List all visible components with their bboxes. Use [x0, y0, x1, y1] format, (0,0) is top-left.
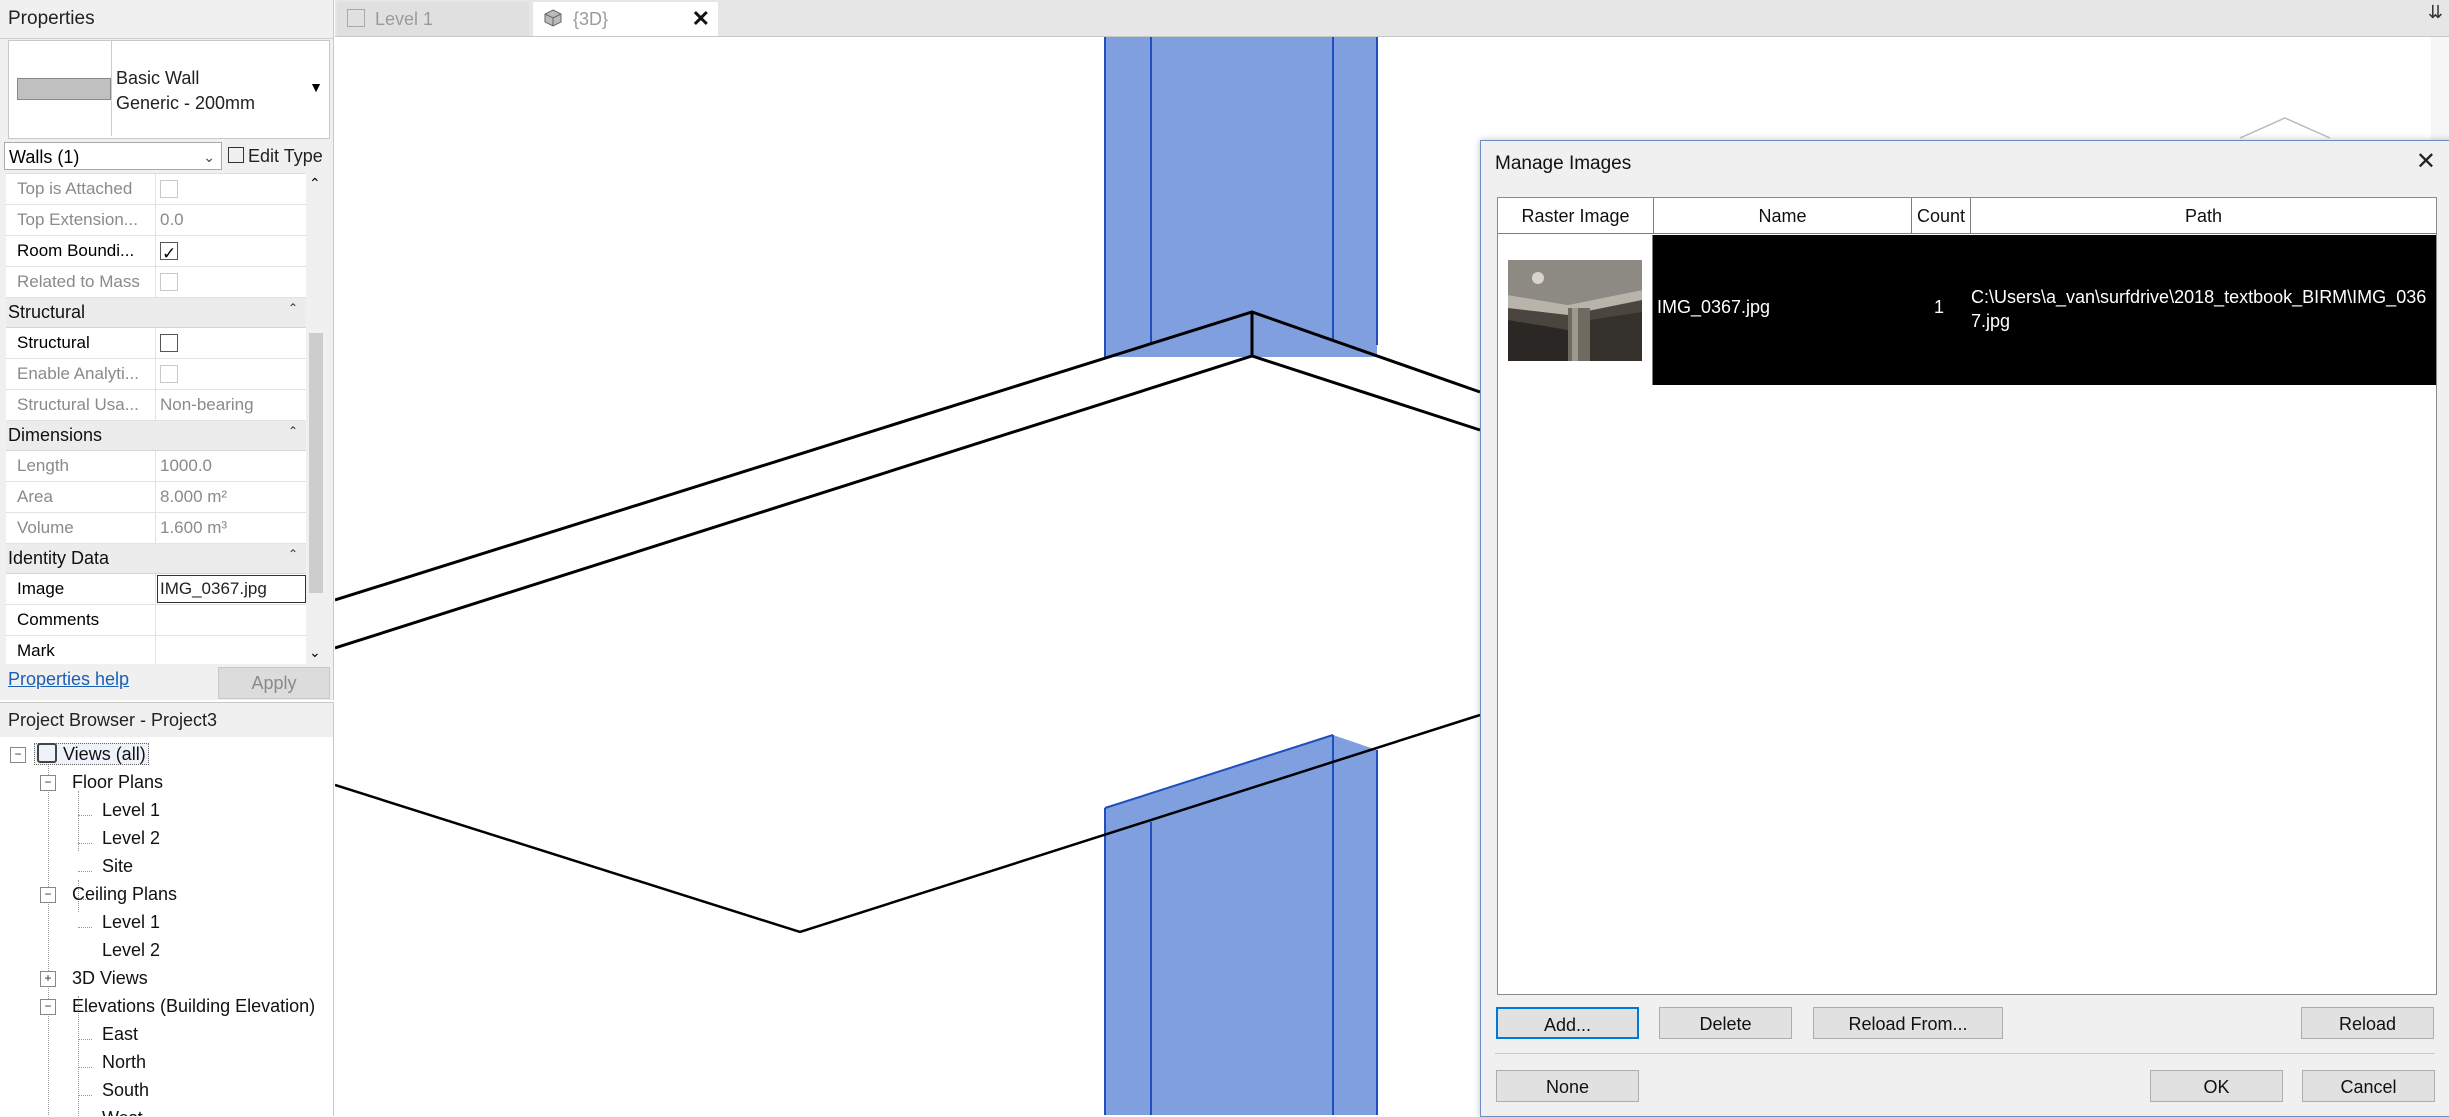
images-table: Raster Image Name Count Path IMG_0367.jp… — [1497, 197, 2437, 995]
apply-button[interactable]: Apply — [218, 667, 330, 699]
dropdown-arrow-icon[interactable]: ▼ — [309, 79, 323, 95]
collapse-icon[interactable]: ⌃ — [288, 540, 298, 569]
comments-field[interactable] — [156, 605, 306, 635]
property-row: Length 1000.0 — [6, 451, 306, 482]
structural-checkbox[interactable] — [160, 333, 178, 352]
manage-images-dialog: Manage Images ✕ Raster Image Name Count … — [1480, 140, 2449, 1117]
tree-elevations[interactable]: Elevations (Building Elevation) — [72, 992, 315, 1020]
cell-path: C:\Users\a_van\surfdrive\2018_textbook_B… — [1971, 287, 2427, 331]
property-row: Top is Attached — [6, 174, 306, 205]
type-name: Generic - 200mm — [116, 93, 256, 113]
scroll-thumb[interactable] — [309, 333, 323, 593]
add-button[interactable]: Add... — [1496, 1007, 1639, 1039]
tree-elevation-south[interactable]: South — [102, 1076, 149, 1104]
tree-ceiling-plan-level-2[interactable]: Level 2 — [102, 936, 160, 964]
type-selector[interactable]: Basic Wall Generic - 200mm ▼ — [8, 40, 330, 139]
tree-3d-views[interactable]: 3D Views — [72, 964, 148, 992]
instance-filter-select[interactable]: Walls (1) ⌄ — [4, 142, 222, 170]
tab-list-menu-icon[interactable]: ⇊ — [2428, 2, 2443, 23]
properties-title: Properties — [0, 0, 333, 39]
property-scrollbar[interactable]: ⌃ ⌄ — [306, 173, 326, 663]
enable-analytical-checkbox — [160, 364, 178, 383]
mark-field[interactable] — [156, 636, 306, 664]
tree-floor-plan-site[interactable]: Site — [102, 852, 133, 880]
group-dimensions[interactable]: Dimensions ⌃ — [6, 421, 306, 451]
top-attached-checkbox — [160, 179, 178, 198]
upper-wall-fill — [1105, 37, 1377, 357]
project-browser-title: Project Browser - Project3 — [0, 703, 333, 737]
property-row: Volume 1.600 m³ — [6, 513, 306, 544]
group-structural[interactable]: Structural ⌃ — [6, 298, 306, 328]
cancel-button[interactable]: Cancel — [2302, 1070, 2435, 1102]
property-row: Top Extension... 0.0 — [6, 205, 306, 236]
ok-button[interactable]: OK — [2150, 1070, 2283, 1102]
collapse-icon[interactable]: ⌃ — [288, 417, 298, 446]
tree-ceiling-plans[interactable]: Ceiling Plans — [72, 880, 177, 908]
tree-ceiling-plan-level-1[interactable]: Level 1 — [102, 908, 160, 936]
column-header-name[interactable]: Name — [1654, 198, 1912, 234]
scroll-down-icon[interactable]: ⌄ — [309, 644, 321, 661]
edit-type-icon — [228, 147, 244, 164]
dialog-title: Manage Images — [1495, 153, 1632, 174]
views-icon — [37, 743, 57, 764]
property-row: Comments — [6, 605, 306, 636]
cell-name: IMG_0367.jpg — [1657, 297, 1771, 317]
property-grid: Top is Attached Top Extension... 0.0 Roo… — [6, 173, 306, 664]
column-header-raster-image[interactable]: Raster Image — [1498, 198, 1654, 234]
type-family: Basic Wall — [116, 68, 200, 88]
property-row: Related to Mass — [6, 267, 306, 298]
tab-level-1[interactable]: Level 1 — [337, 2, 529, 36]
property-row: Structural Usa... Non-bearing — [6, 390, 306, 421]
collapse-toggle-icon[interactable]: − — [10, 747, 26, 763]
tree-floor-plan-level-1[interactable]: Level 1 — [102, 796, 160, 824]
tab-3d[interactable]: {3D} ✕ — [533, 2, 718, 36]
property-row: Room Boundi... — [6, 236, 306, 269]
property-row: Enable Analyti... — [6, 359, 306, 390]
floor-plan-icon — [347, 9, 365, 28]
tree-floor-plan-level-2[interactable]: Level 2 — [102, 824, 160, 852]
collapse-toggle-icon[interactable]: − — [40, 775, 56, 791]
3d-view-icon — [544, 9, 562, 27]
close-icon[interactable]: ✕ — [2416, 147, 2436, 176]
property-row: Area 8.000 m² — [6, 482, 306, 513]
tree-elevation-west[interactable]: West — [102, 1104, 143, 1116]
collapse-icon[interactable]: ⌃ — [288, 294, 298, 323]
column-header-path[interactable]: Path — [1971, 198, 2436, 234]
property-row: Image IMG_0367.jpg — [6, 574, 306, 605]
view-tab-bar: Level 1 {3D} ✕ ⇊ — [335, 0, 2449, 37]
collapse-toggle-icon[interactable]: − — [40, 887, 56, 903]
property-row: Structural — [6, 328, 306, 359]
none-button[interactable]: None — [1496, 1070, 1639, 1102]
collapse-toggle-icon[interactable]: − — [40, 999, 56, 1015]
reload-button[interactable]: Reload — [2301, 1007, 2434, 1039]
image-field[interactable]: IMG_0367.jpg — [157, 575, 306, 603]
expand-toggle-icon[interactable]: + — [40, 971, 56, 987]
room-bounding-checkbox[interactable] — [160, 239, 178, 269]
scroll-up-icon[interactable]: ⌃ — [309, 175, 321, 192]
tree-views-all[interactable]: Views (all) — [34, 740, 149, 768]
tree-elevation-north[interactable]: North — [102, 1048, 146, 1076]
instance-filter-value: Walls (1) — [9, 147, 80, 167]
group-identity-data[interactable]: Identity Data ⌃ — [6, 544, 306, 574]
edit-type-button[interactable]: Edit Type — [228, 142, 323, 170]
reload-from-button[interactable]: Reload From... — [1813, 1007, 2003, 1039]
delete-button[interactable]: Delete — [1659, 1007, 1792, 1039]
chevron-down-icon: ⌄ — [203, 149, 215, 165]
cell-count: 1 — [1933, 297, 1944, 317]
properties-panel: Properties Basic Wall Generic - 200mm ▼ … — [0, 0, 334, 700]
properties-help-link[interactable]: Properties help — [8, 669, 129, 690]
tree-elevation-east[interactable]: East — [102, 1020, 138, 1048]
raster-image-thumbnail — [1508, 260, 1642, 361]
related-to-mass-checkbox — [160, 272, 178, 291]
table-row[interactable]: IMG_0367.jpg 1 C:\Users\a_van\surfdrive\… — [1498, 235, 2436, 385]
type-preview-thumbnail — [13, 41, 112, 136]
property-row: Mark — [6, 636, 306, 664]
project-browser: Project Browser - Project3 − Views (all)… — [0, 702, 334, 1116]
column-header-count[interactable]: Count — [1912, 198, 1971, 234]
tree-floor-plans[interactable]: Floor Plans — [72, 768, 163, 796]
close-icon[interactable]: ✕ — [692, 2, 710, 36]
